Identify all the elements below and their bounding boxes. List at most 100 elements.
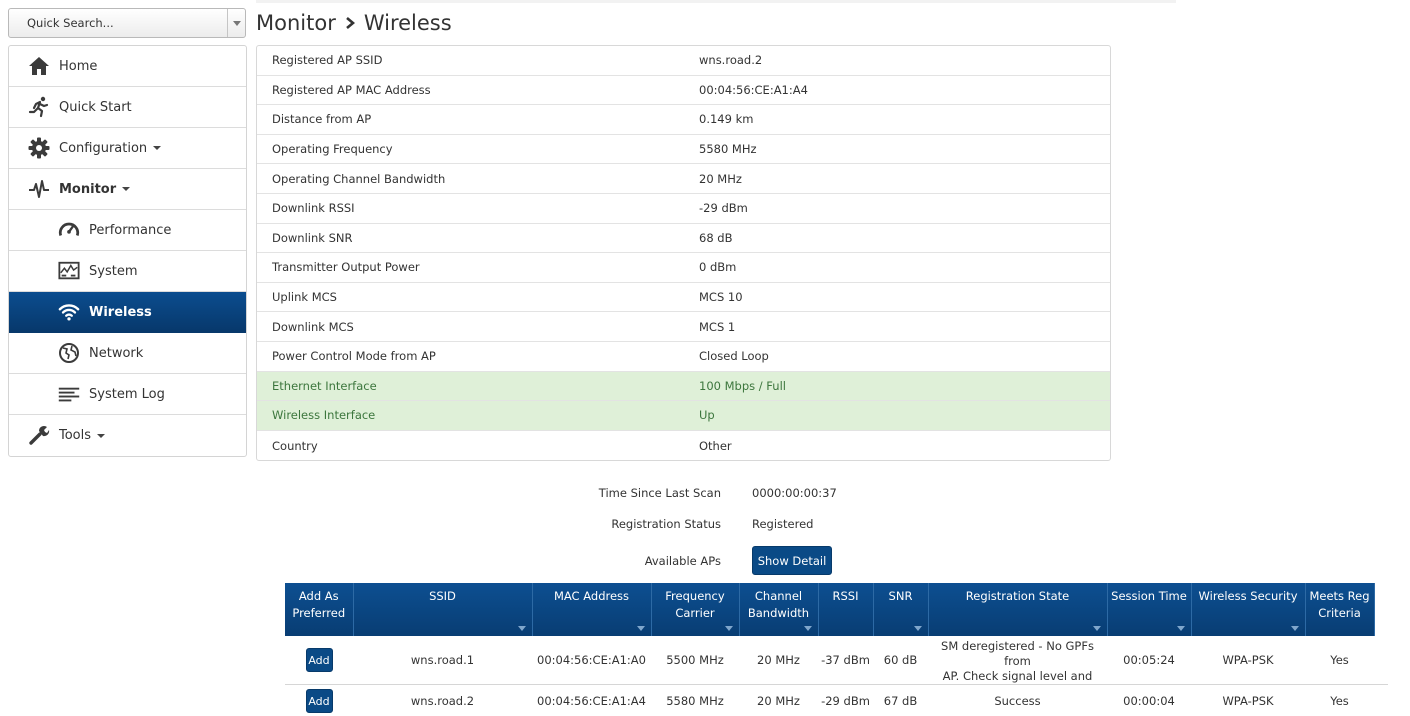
sidebar-item-label: Performance	[89, 222, 172, 238]
info-key: Ethernet Interface	[272, 378, 377, 393]
sidebar-item-system[interactable]: System	[9, 251, 246, 292]
cell-bandwidth: 20 MHz	[739, 636, 818, 685]
sidebar-nav: Home Quick Start Configuration Monitor P…	[8, 45, 247, 457]
sidebar-item-network[interactable]: Network	[9, 333, 246, 374]
show-detail-button[interactable]: Show Detail	[752, 546, 832, 575]
cell-registration-state: SM deregistered - No GPFs from AP. Check …	[928, 636, 1107, 685]
cell-ssid: wns.road.2	[353, 684, 532, 716]
sort-icon[interactable]	[913, 626, 922, 631]
cell-security: WPA-PSK	[1191, 684, 1305, 716]
sort-icon[interactable]	[1290, 626, 1299, 631]
info-value: MCS 10	[699, 290, 743, 305]
sort-icon[interactable]	[1176, 626, 1185, 631]
info-key: Power Control Mode from AP	[272, 349, 436, 364]
quick-search-input[interactable]	[9, 9, 229, 37]
column-header-bandwidth[interactable]: Channel Bandwidth	[739, 583, 819, 636]
caret-down-icon	[122, 187, 131, 191]
sidebar-item-label: Home	[59, 58, 98, 74]
cell-snr: 60 dB	[873, 636, 928, 685]
info-key: Downlink SNR	[272, 230, 353, 245]
header-spacer	[1374, 583, 1388, 636]
breadcrumb-parent[interactable]: Monitor	[256, 11, 336, 35]
sidebar-item-wireless[interactable]: Wireless	[9, 292, 246, 333]
sort-icon[interactable]	[1092, 626, 1101, 631]
table-row: Add wns.road.1 00:04:56:CE:A1:A0 5500 MH…	[285, 636, 1388, 685]
sidebar-item-quick-start[interactable]: Quick Start	[9, 87, 246, 128]
running-person-icon	[28, 96, 50, 118]
chevron-down-icon[interactable]	[227, 9, 245, 37]
info-value: 20 MHz	[699, 171, 742, 186]
info-row-ethernet: Ethernet Interface 100 Mbps / Full	[257, 371, 1110, 402]
cell-session-time: 00:00:04	[1107, 684, 1191, 716]
sort-icon[interactable]	[724, 626, 733, 631]
cell-bandwidth: 20 MHz	[739, 684, 818, 716]
column-header-meets-reg[interactable]: Meets Reg Criteria	[1305, 583, 1375, 636]
column-header-rssi[interactable]: RSSI	[818, 583, 874, 636]
cell-frequency: 5580 MHz	[651, 684, 739, 716]
info-row-wireless-interface: Wireless Interface Up	[257, 401, 1110, 431]
info-row: Country Other	[257, 431, 1110, 461]
column-header-snr[interactable]: SNR	[873, 583, 929, 636]
column-header-registration-state[interactable]: Registration State	[928, 583, 1108, 636]
caret-down-icon	[153, 146, 162, 150]
column-header-mac[interactable]: MAC Address	[532, 583, 652, 636]
sidebar-item-configuration[interactable]: Configuration	[9, 128, 246, 169]
pulse-icon	[28, 178, 50, 200]
info-row: Downlink MCS MCS 1	[257, 312, 1110, 342]
cell-frequency: 5500 MHz	[651, 636, 739, 685]
info-key: Distance from AP	[272, 112, 372, 127]
info-value: 00:04:56:CE:A1:A4	[699, 82, 808, 97]
wireless-status-table: Registered AP SSID wns.road.2 Registered …	[256, 45, 1111, 462]
sidebar-item-home[interactable]: Home	[9, 46, 246, 87]
info-value: -29 dBm	[699, 201, 748, 216]
sidebar-item-label: System Log	[89, 386, 165, 402]
sort-icon[interactable]	[636, 626, 645, 631]
wrench-icon	[28, 424, 50, 446]
chevron-right-icon	[345, 17, 355, 29]
system-chart-icon	[58, 260, 80, 282]
add-preferred-button[interactable]: Add	[305, 648, 333, 672]
cell-meets-reg: Yes	[1305, 684, 1374, 716]
info-key: Transmitter Output Power	[272, 260, 420, 275]
info-key: Downlink RSSI	[272, 201, 355, 216]
sidebar-item-label: Configuration	[59, 140, 148, 156]
sort-icon[interactable]	[803, 626, 812, 631]
sidebar-item-label: System	[89, 263, 138, 279]
info-value: Closed Loop	[699, 349, 769, 364]
cell-snr: 67 dB	[873, 684, 928, 716]
column-header-session-time[interactable]: Session Time	[1107, 583, 1192, 636]
info-row: Power Control Mode from AP Closed Loop	[257, 342, 1110, 372]
info-key: Operating Frequency	[272, 142, 393, 157]
cell-mac: 00:04:56:CE:A1:A0	[532, 636, 651, 685]
sidebar-item-tools[interactable]: Tools	[9, 415, 246, 456]
column-header-ssid[interactable]: SSID	[353, 583, 533, 636]
info-row: Distance from AP 0.149 km	[257, 105, 1110, 135]
top-divider	[256, 0, 1176, 3]
list-lines-icon	[58, 383, 80, 405]
sidebar-item-system-log[interactable]: System Log	[9, 374, 246, 415]
quick-search[interactable]	[8, 8, 246, 38]
scan-time-value: 0000:00:00:37	[752, 486, 837, 500]
info-key: Registered AP MAC Address	[272, 82, 431, 97]
add-preferred-button[interactable]: Add	[305, 689, 333, 713]
globe-icon	[58, 342, 80, 364]
info-row: Registered AP SSID wns.road.2	[257, 46, 1110, 76]
info-key: Wireless Interface	[272, 408, 376, 423]
sort-icon[interactable]	[517, 626, 526, 631]
registration-status-label: Registration Status	[611, 517, 721, 531]
info-value: 0.149 km	[699, 112, 754, 127]
info-value: 100 Mbps / Full	[699, 378, 786, 393]
cell-meets-reg: Yes	[1305, 636, 1374, 685]
column-header-wireless-security[interactable]: Wireless Security	[1191, 583, 1306, 636]
sidebar-item-performance[interactable]: Performance	[9, 210, 246, 251]
column-header-frequency[interactable]: Frequency Carrier	[651, 583, 740, 636]
gear-icon	[28, 137, 50, 159]
cell-security: WPA-PSK	[1191, 636, 1305, 685]
info-row: Operating Channel Bandwidth 20 MHz	[257, 164, 1110, 194]
sidebar-item-monitor[interactable]: Monitor	[9, 169, 246, 210]
info-value: wns.road.2	[699, 53, 763, 68]
info-key: Operating Channel Bandwidth	[272, 171, 446, 186]
available-aps-label: Available APs	[644, 554, 721, 568]
cell-rssi: -29 dBm	[818, 684, 873, 716]
sidebar-item-label: Quick Start	[59, 99, 132, 115]
